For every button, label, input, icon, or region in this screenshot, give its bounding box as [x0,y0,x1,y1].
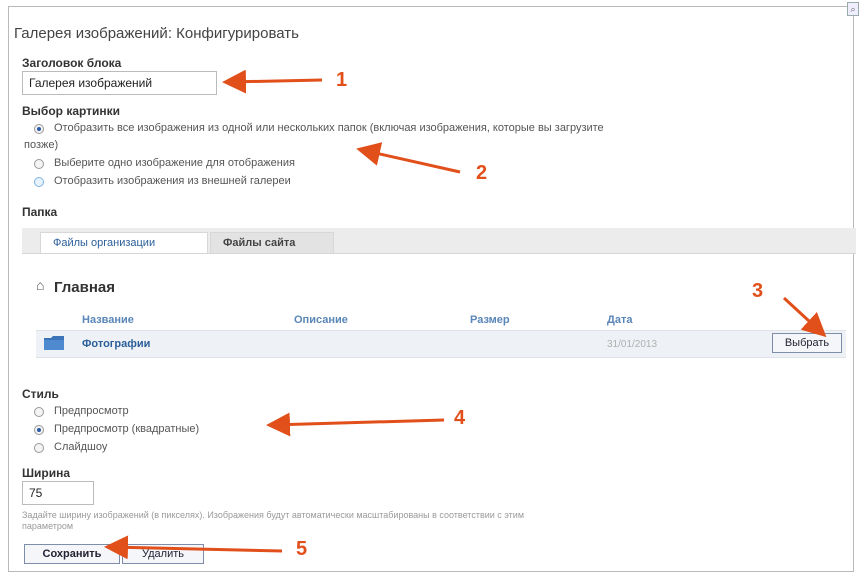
annotation-number-2: 2 [476,162,488,184]
annotation-number-4: 4 [454,407,466,429]
annotation-arrow-3 [782,296,827,338]
annotation-arrow-5 [104,535,283,560]
annotation-number-3: 3 [752,280,764,302]
annotation-arrow-4 [266,412,445,437]
annotation-arrow-1 [222,69,323,94]
annotation-number-1: 1 [336,69,348,91]
annotation-arrows [104,69,827,560]
annotation-number-5: 5 [296,538,308,560]
annotation-arrow-2 [356,142,461,174]
